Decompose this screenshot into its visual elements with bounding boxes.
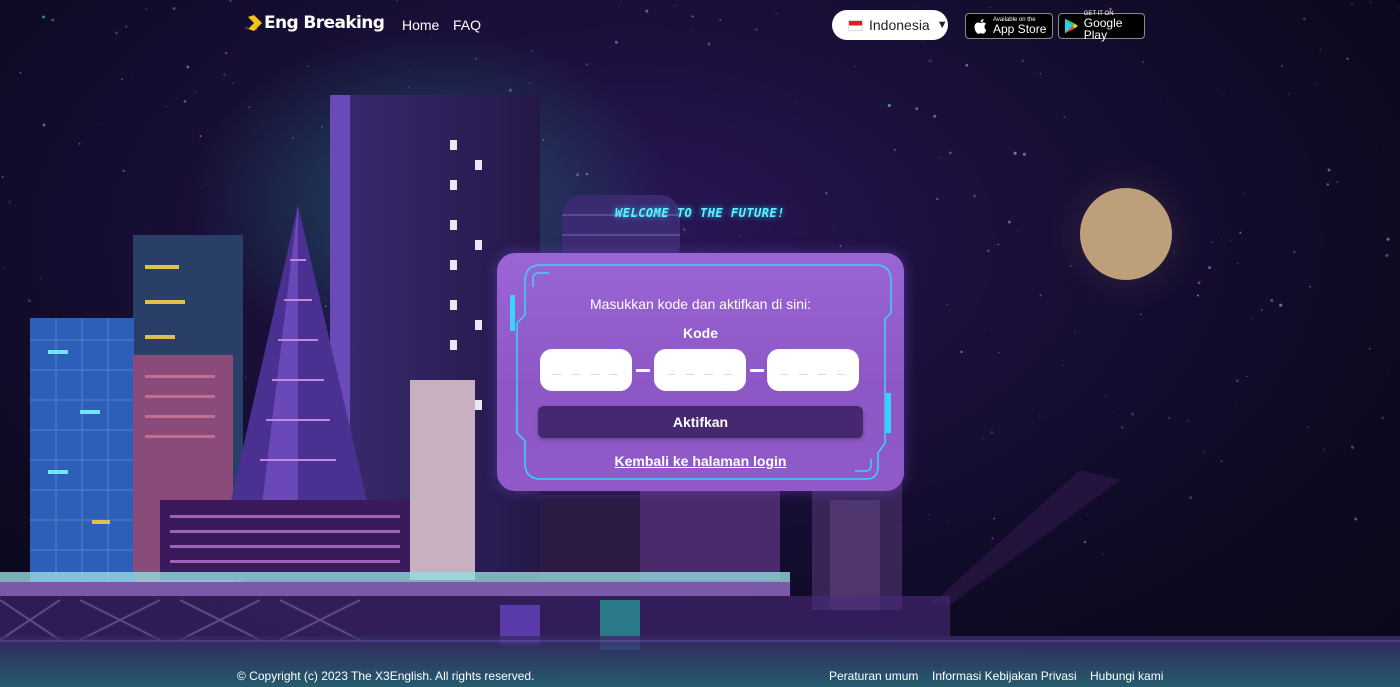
footer: © Copyright (c) 2023 The X3English. All … xyxy=(0,664,1400,687)
code-prompt: Masukkan kode dan aktifkan di sini: xyxy=(589,296,811,312)
google-play-icon xyxy=(1064,18,1078,34)
code-separator xyxy=(750,369,764,372)
language-selected: Indonesia xyxy=(869,17,930,33)
copyright-text: © Copyright (c) 2023 The X3English. All … xyxy=(237,669,535,683)
code-input-2[interactable] xyxy=(654,349,746,391)
google-play-big-text: Google Play xyxy=(1083,16,1123,42)
activate-button[interactable]: Aktifkan xyxy=(538,406,863,438)
code-input-1[interactable] xyxy=(540,349,632,391)
moon-illustration xyxy=(1046,154,1206,314)
footer-link-contact[interactable]: Hubungi kami xyxy=(1090,669,1163,683)
app-store-button[interactable]: Available on the App Store xyxy=(965,13,1053,39)
nav-faq-link[interactable]: FAQ xyxy=(453,17,481,33)
caret-down-icon: ▼ xyxy=(936,19,948,31)
indonesia-flag-icon xyxy=(848,19,863,31)
code-label: Kode xyxy=(683,325,718,341)
app-store-big-text: App Store xyxy=(993,22,1047,36)
activation-card: Masukkan kode dan aktifkan di sini: Kode… xyxy=(497,253,904,491)
google-play-button[interactable]: GET IT ON Google Play xyxy=(1058,11,1145,42)
logo[interactable]: Eng Breaking xyxy=(248,13,385,33)
footer-link-privacy[interactable]: Informasi Kebijakan Privasi xyxy=(932,669,1077,683)
back-to-login-link[interactable]: Kembali ke halaman login xyxy=(497,453,904,469)
welcome-heading: WELCOME TO THE FUTURE! xyxy=(615,206,785,220)
lightning-logo-icon xyxy=(248,15,262,31)
top-header: Eng Breaking Home FAQ Indonesia ▼ Availa… xyxy=(0,0,1400,50)
footer-link-terms[interactable]: Peraturan umum xyxy=(829,669,918,683)
apple-icon xyxy=(974,19,987,34)
code-separator xyxy=(636,369,650,372)
logo-text: Eng Breaking xyxy=(264,13,385,33)
code-input-3[interactable] xyxy=(767,349,859,391)
nav-home-link[interactable]: Home xyxy=(402,17,439,33)
language-select[interactable]: Indonesia ▼ xyxy=(832,10,948,40)
